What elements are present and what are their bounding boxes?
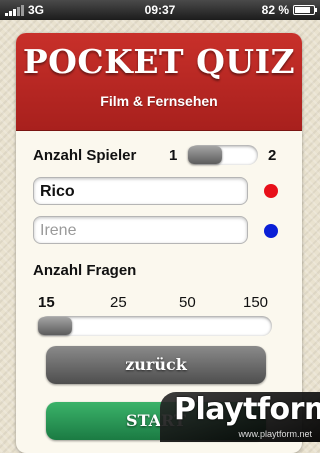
players-label: Anzahl Spieler: [33, 147, 137, 164]
status-bar: 3G 09:37 82 %: [0, 0, 320, 20]
questions-slider[interactable]: [38, 316, 272, 336]
players-slider-knob[interactable]: [188, 146, 222, 164]
player-1-color-dot: [264, 184, 278, 198]
player-1-name-field[interactable]: Rico: [33, 177, 248, 205]
players-max-label: 2: [268, 147, 277, 164]
battery-percent: 82 %: [261, 3, 289, 17]
watermark-url: www.playtform.net: [238, 429, 312, 439]
player-2-name-field[interactable]: Irene: [33, 216, 248, 244]
category-subtitle: Film & Fernsehen: [100, 93, 218, 109]
watermark: Playtform www.playtform.net: [160, 392, 320, 442]
questions-option-25: 25: [110, 294, 127, 311]
card-header: POCKET QUIZ Film & Fernsehen: [16, 33, 302, 131]
watermark-logo: Playtform: [174, 392, 320, 427]
questions-slider-thumb[interactable]: [38, 317, 72, 335]
app-title: POCKET QUIZ: [22, 42, 296, 81]
player-2-color-dot: [264, 224, 278, 238]
players-slider[interactable]: [188, 145, 258, 165]
questions-option-150: 150: [243, 294, 269, 311]
battery-area: 82 %: [261, 3, 317, 17]
players-min-label: 1: [169, 147, 178, 164]
questions-label: Anzahl Fragen: [33, 262, 137, 279]
questions-option-15: 15: [38, 294, 55, 311]
questions-option-50: 50: [179, 294, 196, 311]
back-button[interactable]: zurück: [46, 346, 266, 384]
battery-icon: [293, 5, 317, 15]
